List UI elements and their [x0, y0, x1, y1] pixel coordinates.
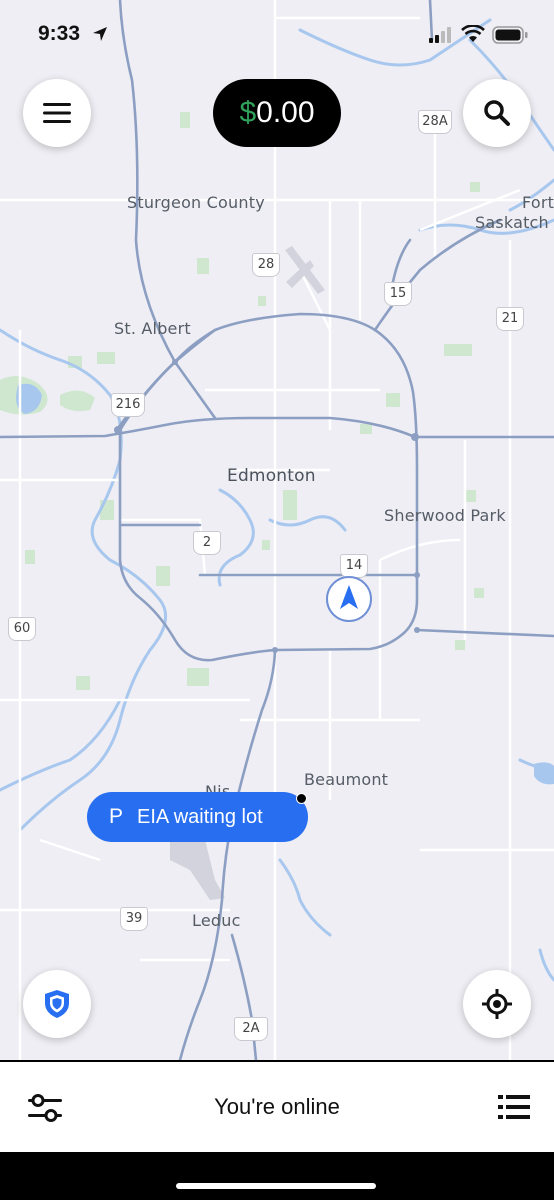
status-time: 9:33: [38, 22, 81, 45]
place-label-saskatchewan: Saskatch: [475, 213, 549, 232]
highway-shield-216: 216: [111, 393, 145, 417]
home-indicator-area: [0, 1152, 554, 1200]
recenter-location-button[interactable]: [463, 970, 531, 1038]
place-label-sturgeon-county: Sturgeon County: [127, 193, 265, 212]
search-button[interactable]: [463, 79, 531, 147]
wifi-icon: [461, 25, 485, 42]
highway-shield-15: 15: [384, 282, 412, 306]
cellular-signal-icon: [429, 27, 451, 43]
battery-icon: [492, 26, 528, 44]
safety-toolkit-button[interactable]: [23, 970, 91, 1038]
highway-shield-21: 21: [496, 307, 524, 331]
place-label-edmonton: Edmonton: [227, 466, 316, 486]
parking-icon: P: [109, 805, 124, 828]
place-label-fort: Fort: [522, 193, 554, 212]
home-indicator[interactable]: [176, 1183, 376, 1189]
hamburger-menu-icon: [43, 103, 71, 123]
menu-button[interactable]: [23, 79, 91, 147]
online-status-text[interactable]: You're online: [0, 1094, 554, 1120]
place-label-leduc: Leduc: [192, 911, 241, 930]
location-services-icon: [93, 27, 107, 41]
highway-shield-60: 60: [8, 617, 36, 641]
highway-shield-2a: 2A: [234, 1017, 268, 1041]
waiting-lot-label: EIA waiting lot: [137, 805, 263, 828]
earnings-button[interactable]: $0.00: [213, 79, 341, 147]
highway-shield-2: 2: [193, 531, 221, 555]
waiting-lot-location-dot: [296, 793, 307, 804]
search-icon: [484, 100, 510, 126]
highway-shield-28: 28: [252, 253, 280, 277]
status-bar: 9:33: [0, 0, 554, 70]
earnings-amount: 0.00: [256, 96, 315, 129]
bottom-status-bar: You're online: [0, 1062, 554, 1152]
shield-icon: [45, 990, 69, 1018]
list-menu-icon[interactable]: [498, 1093, 530, 1121]
map-base: [0, 0, 554, 1060]
highway-shield-39: 39: [120, 907, 148, 931]
highway-shield-28a: 28A: [418, 110, 452, 134]
map-view[interactable]: Sturgeon County Fort Saskatch St. Albert…: [0, 0, 554, 1060]
waiting-lot-pill[interactable]: P EIA waiting lot: [87, 792, 308, 842]
earnings-currency: $: [239, 96, 257, 129]
place-label-sherwood-park: Sherwood Park: [384, 506, 506, 525]
place-label-st-albert: St. Albert: [114, 319, 191, 338]
crosshair-location-icon: [482, 989, 512, 1019]
place-label-beaumont: Beaumont: [304, 770, 389, 789]
driver-location-arrow-icon: [326, 576, 372, 622]
